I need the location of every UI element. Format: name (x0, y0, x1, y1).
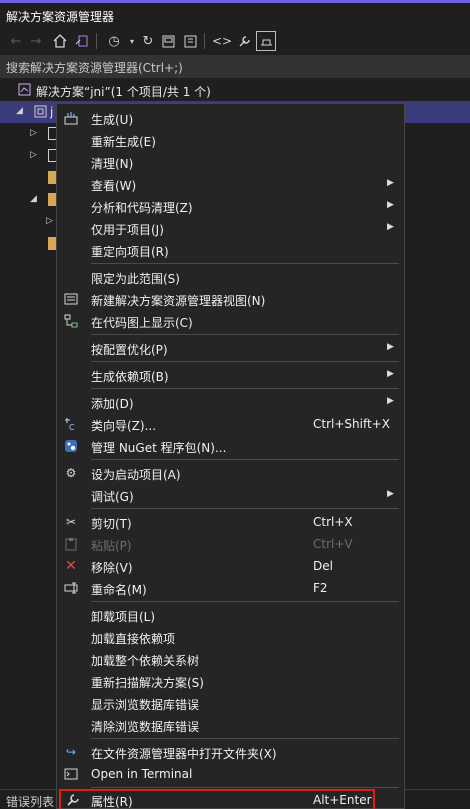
menu-item-view[interactable]: 查看(W) ▶ (57, 173, 404, 195)
context-menu: 生成(U) 重新生成(E) 清理(N) 查看(W) ▶ 分析和代码清理(Z) ▶… (56, 103, 405, 809)
menu-separator (91, 508, 399, 509)
search-placeholder: 搜索解决方案资源管理器(Ctrl+;) (6, 61, 183, 75)
project-label: j (50, 105, 54, 119)
menu-item-add[interactable]: 添加(D) ▶ (57, 391, 404, 413)
show-all-files-icon[interactable] (180, 31, 200, 51)
menu-item-properties[interactable]: 属性(R) Alt+Enter (59, 789, 375, 809)
forward-icon[interactable]: → (26, 31, 46, 51)
menu-separator (91, 334, 399, 335)
menu-item-new-view[interactable]: 新建解决方案资源管理器视图(N) (57, 288, 404, 310)
open-folder-icon: ↪ (65, 745, 77, 759)
menu-item-rename[interactable]: 重命名(M) F2 (57, 577, 404, 599)
menu-item-debug[interactable]: 调试(G) ▶ (57, 484, 404, 506)
menu-item-cut[interactable]: ✂ 剪切(T) Ctrl+X (57, 511, 404, 533)
menu-item-scope-to-this[interactable]: 限定为此范围(S) (57, 266, 404, 288)
submenu-arrow-icon: ▶ (387, 396, 394, 406)
remove-icon: ✕ (65, 558, 77, 574)
expand-icon[interactable]: ▷ (30, 128, 37, 138)
project-icon (34, 105, 47, 118)
menu-separator (91, 361, 399, 362)
home-icon[interactable] (50, 31, 70, 51)
menu-item-clean[interactable]: 清理(N) (57, 151, 404, 173)
terminal-icon (63, 766, 79, 782)
menu-item-open-in-explorer[interactable]: ↪ 在文件资源管理器中打开文件夹(X) (57, 741, 404, 763)
menu-separator (91, 787, 399, 788)
search-input[interactable]: 搜索解决方案资源管理器(Ctrl+;) (0, 55, 470, 78)
collapse-all-icon[interactable] (158, 31, 178, 51)
submenu-arrow-icon: ▶ (387, 369, 394, 379)
menu-item-build-dependencies[interactable]: 生成依赖项(B) ▶ (57, 364, 404, 386)
submenu-arrow-icon: ▶ (387, 200, 394, 210)
menu-item-set-startup[interactable]: ⚙ 设为启动项目(A) (57, 462, 404, 484)
menu-separator (91, 459, 399, 460)
collapse-icon[interactable]: ◢ (30, 194, 37, 204)
switch-views-icon[interactable] (72, 31, 92, 51)
solution-label: 解决方案“jni”(1 个项目/共 1 个) (36, 85, 211, 99)
menu-item-build[interactable]: 生成(U) (57, 107, 404, 129)
expand-icon[interactable]: ▷ (46, 216, 53, 226)
menu-item-rescan-solution[interactable]: 重新扫描解决方案(S) (57, 670, 404, 692)
submenu-arrow-icon: ▶ (387, 178, 394, 188)
title-bar: 解决方案资源管理器 (0, 0, 470, 27)
menu-item-remove[interactable]: ✕ 移除(V) Del (57, 555, 404, 577)
nuget-icon (63, 438, 79, 454)
paste-icon (63, 536, 79, 552)
menu-item-load-dep-tree[interactable]: 加载整个依赖关系树 (57, 648, 404, 670)
code-map-icon (63, 313, 79, 329)
menu-item-paste[interactable]: 粘贴(P) Ctrl+V (57, 533, 404, 555)
new-view-icon (63, 291, 79, 307)
scissors-icon: ✂ (65, 515, 77, 529)
expand-icon[interactable]: ▷ (30, 150, 37, 160)
menu-item-pgo[interactable]: 按配置优化(P) ▶ (57, 337, 404, 359)
menu-item-show-db-errors[interactable]: 显示浏览数据库错误 (57, 692, 404, 714)
menu-item-load-direct-deps[interactable]: 加载直接依赖项 (57, 626, 404, 648)
menu-separator (91, 388, 399, 389)
rename-icon (63, 580, 79, 596)
submenu-arrow-icon: ▶ (387, 222, 394, 232)
code-icon[interactable]: <> (212, 31, 232, 51)
menu-separator (91, 601, 399, 602)
menu-item-manage-nuget[interactable]: 管理 NuGet 程序包(N)... (57, 435, 404, 457)
submenu-arrow-icon: ▶ (387, 342, 394, 352)
wrench-icon (65, 792, 81, 808)
menu-separator (91, 263, 399, 264)
menu-item-open-in-terminal[interactable]: Open in Terminal (57, 763, 404, 785)
back-icon[interactable]: ← (6, 31, 26, 51)
toolbar: ← → ◷ ▾ ↻ <> (0, 27, 470, 55)
tree-row-solution[interactable]: 解决方案“jni”(1 个项目/共 1 个) (0, 79, 470, 101)
menu-item-class-wizard[interactable]: C 类向导(Z)... Ctrl+Shift+X (57, 413, 404, 435)
menu-separator (91, 738, 399, 739)
menu-item-retarget[interactable]: 重定向项目(R) (57, 239, 404, 261)
class-wizard-icon: C (63, 416, 79, 432)
error-list-tab[interactable]: 错误列表 (6, 793, 54, 809)
window-title: 解决方案资源管理器 (6, 10, 115, 24)
menu-item-rebuild[interactable]: 重新生成(E) (57, 129, 404, 151)
gear-icon: ⚙ (65, 466, 77, 480)
sync-icon[interactable]: ↻ (138, 31, 158, 51)
menu-item-unload-project[interactable]: 卸载项目(L) (57, 604, 404, 626)
preview-selected-icon[interactable] (256, 31, 276, 51)
svg-text:C: C (69, 423, 75, 431)
menu-item-analyze[interactable]: 分析和代码清理(Z) ▶ (57, 195, 404, 217)
build-icon (63, 110, 79, 126)
solution-icon (18, 83, 31, 96)
menu-item-project-only[interactable]: 仅用于项目(J) ▶ (57, 217, 404, 239)
pending-changes-icon[interactable]: ◷ (104, 31, 124, 51)
wrench-icon[interactable] (234, 31, 254, 51)
submenu-arrow-icon: ▶ (387, 489, 394, 499)
collapse-icon[interactable]: ◢ (16, 106, 23, 116)
menu-item-clear-db-errors[interactable]: 清除浏览数据库错误 (57, 714, 404, 736)
menu-item-show-on-code-map[interactable]: 在代码图上显示(C) (57, 310, 404, 332)
